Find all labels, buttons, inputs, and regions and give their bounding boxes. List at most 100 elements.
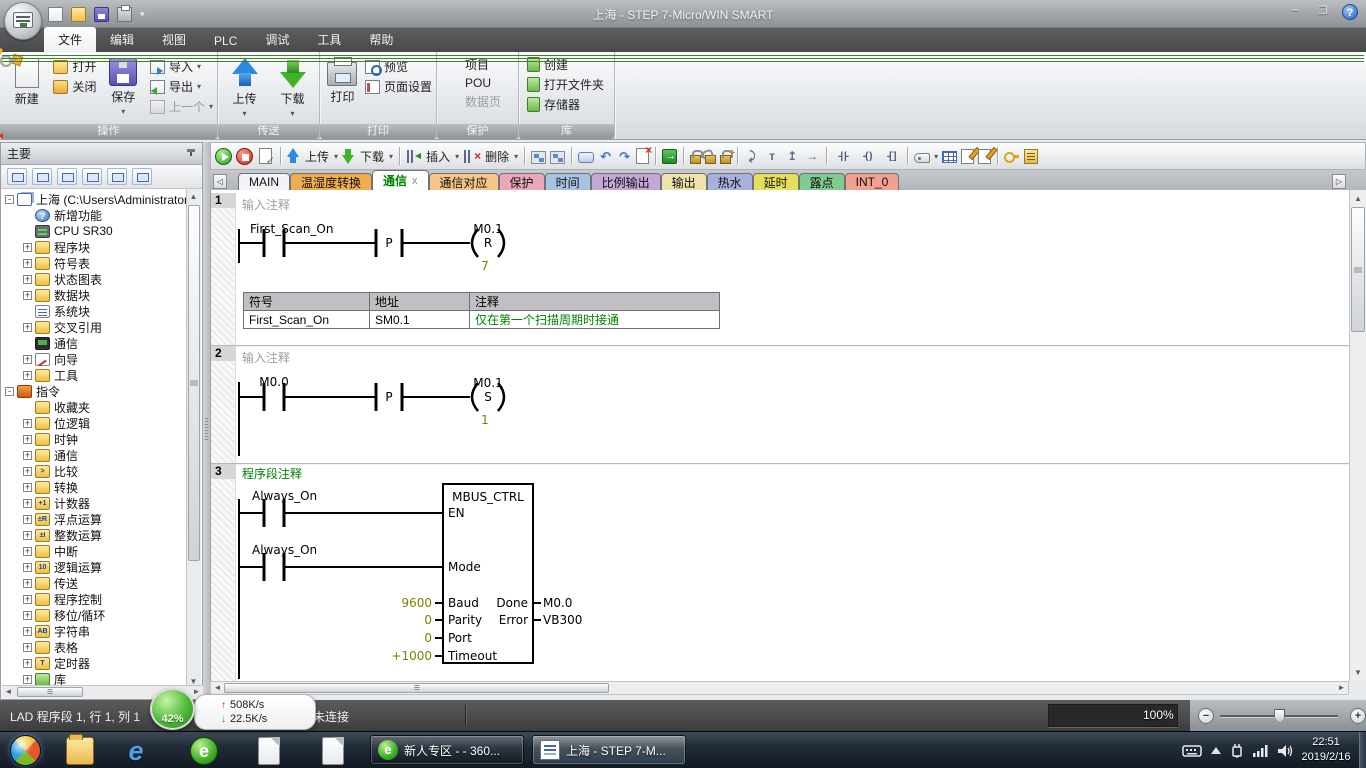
delete-network-icon[interactable]: [463, 148, 480, 165]
view-icon-4[interactable]: [82, 168, 102, 185]
open-button[interactable]: 打开: [53, 58, 96, 75]
tree-item[interactable]: 状态图表: [1, 271, 202, 287]
protect-project-button[interactable]: 项目: [445, 56, 489, 73]
zoom-slider[interactable]: [1220, 715, 1338, 717]
tree-item[interactable]: 通信: [1, 447, 202, 463]
contact-always-on-2[interactable]: Always_On: [239, 543, 443, 581]
edit-network-icon[interactable]: [978, 149, 991, 164]
editor-tab[interactable]: 露点: [799, 173, 845, 190]
expander-icon[interactable]: [5, 195, 14, 204]
save-icon[interactable]: [94, 7, 109, 22]
editor-tab[interactable]: 通信 x: [372, 170, 429, 190]
symbol-row[interactable]: First_Scan_On SM0.1 仅在第一个扫描周期时接通: [244, 311, 720, 329]
editor-tab[interactable]: 热水: [707, 173, 753, 190]
network-3[interactable]: 3 程序段注释 Always_On Always_On: [211, 463, 1350, 681]
network-2-ladder[interactable]: 输入注释 M0.0 P: [236, 346, 796, 463]
taskbar-clock[interactable]: 22:51 2019/2/16: [1296, 735, 1356, 765]
coil-reset[interactable]: M0.1 R 7: [472, 222, 504, 273]
expander-icon[interactable]: [23, 563, 32, 572]
tree-item[interactable]: 转换: [1, 479, 202, 495]
view-icon-5[interactable]: [107, 168, 127, 185]
close-tab-icon[interactable]: x: [412, 175, 418, 187]
sidebar-splitter[interactable]: [203, 142, 210, 700]
stop-button[interactable]: [236, 148, 253, 165]
expander-icon[interactable]: [23, 675, 32, 684]
contact-positive-edge[interactable]: P: [376, 229, 470, 257]
tree-item[interactable]: 定时器: [1, 655, 202, 671]
expander-icon[interactable]: [23, 291, 32, 300]
download-button[interactable]: [342, 148, 355, 164]
360-browser-icon[interactable]: e: [190, 737, 218, 765]
internet-explorer-icon[interactable]: e: [122, 737, 150, 765]
application-menu-button[interactable]: [4, 2, 42, 40]
scroll-up-icon[interactable]: ▲: [187, 190, 200, 203]
tree-item[interactable]: 程序控制: [1, 591, 202, 607]
editor-tab[interactable]: 保护: [499, 173, 545, 190]
expander-icon[interactable]: [23, 275, 32, 284]
pou-view-2-icon[interactable]: [550, 151, 565, 164]
print-button[interactable]: 打印: [324, 56, 361, 105]
tree-item[interactable]: 通信: [1, 335, 202, 351]
input-method-icon[interactable]: [1182, 745, 1202, 757]
coil-set[interactable]: M0.1 S 1: [472, 376, 504, 427]
menu-tab[interactable]: 文件: [44, 27, 96, 52]
expander-icon[interactable]: [23, 515, 32, 524]
expander-icon[interactable]: [23, 643, 32, 652]
expander-icon[interactable]: [23, 323, 32, 332]
tree-item[interactable]: 系统块: [1, 303, 202, 319]
upload-label[interactable]: 上传: [305, 148, 329, 165]
expander-icon[interactable]: [23, 371, 32, 380]
tab-scroll-right-icon[interactable]: ▷: [1332, 174, 1346, 189]
editor-tab[interactable]: 输出: [661, 173, 707, 190]
zoom-in-button[interactable]: +: [1350, 708, 1366, 724]
tree-item[interactable]: 数据块: [1, 287, 202, 303]
library-open-folder-button[interactable]: 打开文件夹: [527, 76, 604, 93]
key-icon[interactable]: [1004, 149, 1020, 164]
goto-icon[interactable]: [662, 149, 677, 164]
download-label[interactable]: 下载: [360, 148, 384, 165]
explorer-icon[interactable]: [66, 737, 94, 765]
tree-item[interactable]: 中断: [1, 543, 202, 559]
expander-icon[interactable]: [23, 547, 32, 556]
menu-tab[interactable]: 视图: [148, 27, 200, 52]
tree-item[interactable]: 上海 (C:\Users\Administrator...: [1, 191, 202, 207]
restore-button[interactable]: ❐: [1314, 4, 1332, 17]
contact-positive-edge[interactable]: P: [376, 383, 470, 411]
editor-tab[interactable]: MAIN: [238, 173, 290, 190]
selection-box-icon[interactable]: [578, 152, 594, 163]
ladder-editor[interactable]: 1 输入注释 First_Scan_On P: [210, 190, 1366, 681]
view-icon-6[interactable]: [132, 168, 152, 185]
editor-tab[interactable]: 比例输出: [591, 173, 661, 190]
tree-item[interactable]: 比较: [1, 463, 202, 479]
zoom-out-button[interactable]: −: [1198, 708, 1214, 724]
edit-symbols-icon[interactable]: [961, 149, 974, 164]
menu-tab[interactable]: 调试: [251, 27, 303, 52]
delete-document-icon[interactable]: [636, 148, 649, 164]
upload-button[interactable]: 上传▾: [223, 56, 267, 118]
branch-down-icon[interactable]: ⤸: [744, 148, 760, 165]
network-icon[interactable]: [1253, 744, 1269, 757]
editor-tab[interactable]: 通信对应: [429, 173, 499, 190]
show-desktop-button[interactable]: [1359, 732, 1366, 768]
contact-m0-0[interactable]: M0.0: [239, 375, 376, 456]
expander-icon[interactable]: [23, 483, 32, 492]
contact-first-scan-on[interactable]: First_Scan_On: [239, 222, 376, 263]
open-folder-icon[interactable]: [71, 7, 86, 22]
menu-tab[interactable]: 编辑: [96, 27, 148, 52]
scroll-down-icon[interactable]: ▼: [1350, 666, 1366, 679]
view-icon-2[interactable]: [32, 168, 52, 185]
view-icon-1[interactable]: [7, 168, 27, 185]
expander-icon[interactable]: [23, 531, 32, 540]
tree-item[interactable]: 指令: [1, 383, 202, 399]
save-button[interactable]: 保存▾: [100, 56, 145, 116]
tree-item[interactable]: 新增功能: [1, 207, 202, 223]
scroll-up-icon[interactable]: ▲: [1350, 192, 1366, 205]
scroll-thumb[interactable]: [224, 683, 609, 693]
lock-add-icon[interactable]: [720, 155, 731, 164]
bookmark-icon[interactable]: [1024, 149, 1038, 164]
taskbar-window-360[interactable]: e 新人专区 - - 360...: [370, 735, 524, 765]
scroll-left-icon[interactable]: ◄: [2, 686, 15, 698]
editor-tab[interactable]: INT_0: [845, 173, 900, 190]
editor-tab[interactable]: 时间: [545, 173, 591, 190]
tree-item[interactable]: 整数运算: [1, 527, 202, 543]
